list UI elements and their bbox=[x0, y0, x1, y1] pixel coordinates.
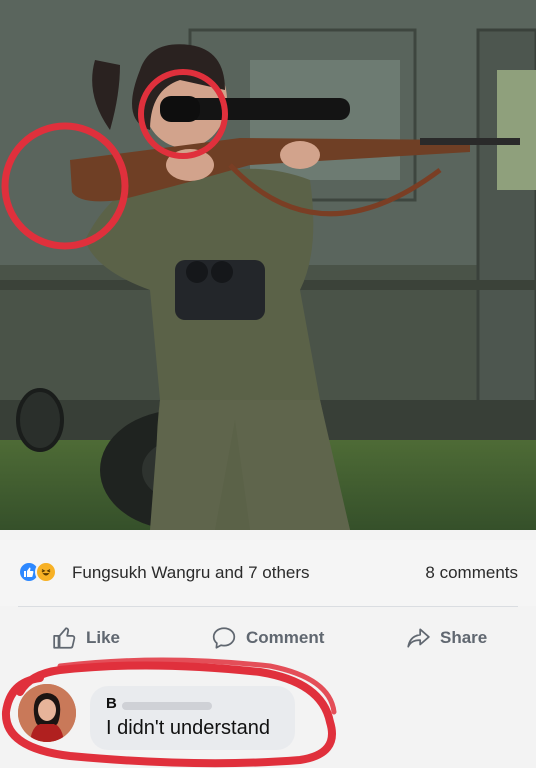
comment-row: B I didn't understand bbox=[0, 664, 536, 768]
comment-text: I didn't understand bbox=[106, 717, 270, 739]
commenter-name[interactable]: B bbox=[106, 695, 117, 712]
thumbs-up-icon bbox=[53, 627, 76, 649]
action-bar: Like Comment Share bbox=[0, 612, 536, 664]
haha-icon bbox=[35, 561, 57, 583]
comment-label: Comment bbox=[246, 628, 325, 647]
divider bbox=[18, 606, 518, 607]
comment-bubble[interactable]: B I didn't understand bbox=[90, 686, 295, 750]
post-photo[interactable] bbox=[0, 0, 536, 530]
reaction-icons[interactable] bbox=[18, 561, 68, 585]
speech-bubble-icon bbox=[212, 627, 236, 649]
comments-count[interactable]: 8 comments bbox=[425, 563, 518, 583]
redacted-name-blur bbox=[122, 702, 212, 710]
like-button[interactable]: Like bbox=[52, 622, 120, 654]
reactions-bar: Fungsukh Wangru and 7 others 8 comments bbox=[0, 540, 536, 606]
comment-button[interactable]: Comment bbox=[210, 622, 324, 654]
reaction-names[interactable]: Fungsukh Wangru and 7 others bbox=[72, 563, 310, 583]
share-button[interactable]: Share bbox=[404, 622, 487, 654]
share-label: Share bbox=[440, 628, 488, 647]
like-label: Like bbox=[86, 628, 121, 647]
share-arrow-icon bbox=[407, 628, 430, 648]
commenter-avatar[interactable] bbox=[18, 684, 76, 742]
